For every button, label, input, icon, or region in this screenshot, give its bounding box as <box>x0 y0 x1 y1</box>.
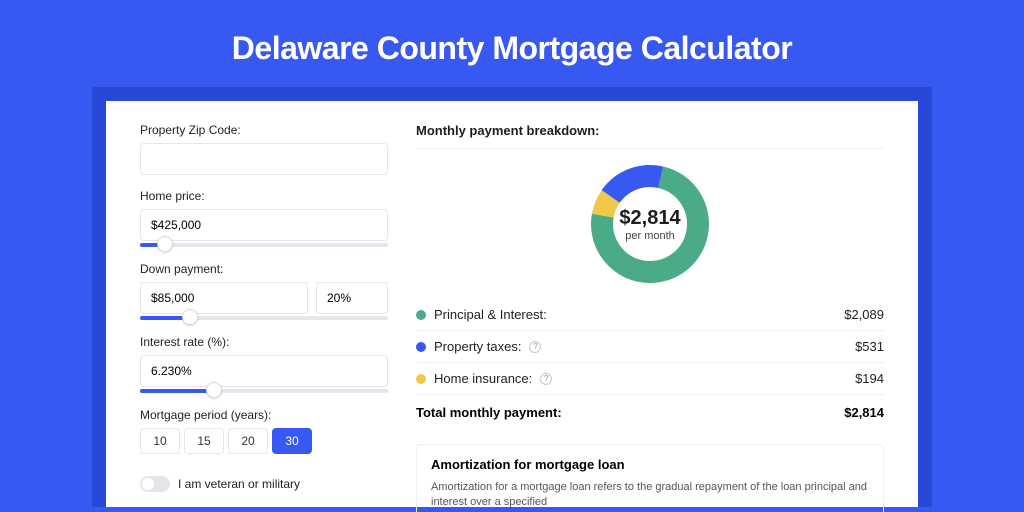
donut-amount: $2,814 <box>619 207 680 230</box>
zip-input[interactable] <box>140 143 388 175</box>
rate-slider[interactable] <box>140 386 388 394</box>
period-button-30[interactable]: 30 <box>272 428 312 454</box>
rate-input[interactable] <box>140 355 388 387</box>
period-button-20[interactable]: 20 <box>228 428 268 454</box>
panel-outer: Property Zip Code: Home price: Down paym… <box>92 87 932 507</box>
item-label: Property taxes: <box>434 339 521 354</box>
amort-body: Amortization for a mortgage loan refers … <box>431 480 869 511</box>
slider-thumb-icon[interactable] <box>157 236 173 252</box>
period-button-15[interactable]: 15 <box>184 428 224 454</box>
legend-dot-icon <box>416 342 426 352</box>
total-label: Total monthly payment: <box>416 405 562 420</box>
down-amount-input[interactable] <box>140 282 308 314</box>
veteran-label: I am veteran or military <box>178 477 300 491</box>
total-value: $2,814 <box>844 405 884 420</box>
item-value: $194 <box>855 371 884 386</box>
breakdown-item: Property taxes:? $531 <box>416 331 884 363</box>
down-pct-input[interactable] <box>316 282 388 314</box>
slider-fill <box>140 389 214 393</box>
calculator-panel: Property Zip Code: Home price: Down paym… <box>106 101 918 507</box>
breakdown-title: Monthly payment breakdown: <box>416 123 884 144</box>
price-label: Home price: <box>140 189 388 203</box>
toggle-knob-icon <box>142 478 154 490</box>
down-slider[interactable] <box>140 313 388 321</box>
price-input[interactable] <box>140 209 388 241</box>
legend-dot-icon <box>416 374 426 384</box>
breakdown-item: Principal & Interest: $2,089 <box>416 299 884 331</box>
veteran-row: I am veteran or military <box>140 476 388 492</box>
slider-thumb-icon[interactable] <box>182 309 198 325</box>
breakdown-item: Home insurance:? $194 <box>416 363 884 395</box>
info-icon[interactable]: ? <box>529 341 541 353</box>
total-row: Total monthly payment: $2,814 <box>416 395 884 430</box>
payment-donut: $2,814 per month <box>588 162 712 286</box>
item-value: $2,089 <box>844 307 884 322</box>
zip-label: Property Zip Code: <box>140 123 388 137</box>
period-buttons: 10152030 <box>140 428 388 454</box>
slider-track <box>140 243 388 247</box>
item-value: $531 <box>855 339 884 354</box>
item-label: Home insurance: <box>434 371 532 386</box>
period-label: Mortgage period (years): <box>140 408 388 422</box>
rate-label: Interest rate (%): <box>140 335 388 349</box>
item-label: Principal & Interest: <box>434 307 547 322</box>
slider-thumb-icon[interactable] <box>206 382 222 398</box>
info-icon[interactable]: ? <box>540 373 552 385</box>
form-column: Property Zip Code: Home price: Down paym… <box>140 123 388 507</box>
price-slider[interactable] <box>140 240 388 248</box>
donut-sub: per month <box>625 230 675 242</box>
result-column: Monthly payment breakdown: $2,814 per mo… <box>416 123 884 507</box>
down-label: Down payment: <box>140 262 388 276</box>
page-title: Delaware County Mortgage Calculator <box>0 0 1024 87</box>
period-button-10[interactable]: 10 <box>140 428 180 454</box>
amortization-card: Amortization for mortgage loan Amortizat… <box>416 444 884 512</box>
veteran-toggle[interactable] <box>140 476 170 492</box>
legend-dot-icon <box>416 310 426 320</box>
donut-container: $2,814 per month <box>416 149 884 299</box>
amort-title: Amortization for mortgage loan <box>431 457 869 472</box>
